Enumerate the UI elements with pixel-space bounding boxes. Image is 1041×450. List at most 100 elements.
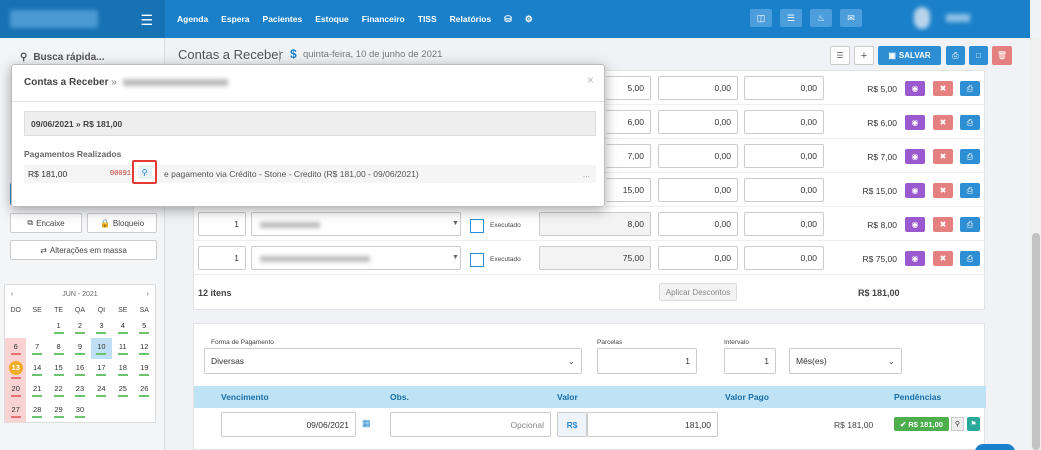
calendar-day[interactable]: 22 <box>48 380 69 401</box>
nav-financeiro[interactable]: Financeiro <box>362 14 405 24</box>
nav-espera[interactable]: Espera <box>221 14 249 24</box>
calendar-day[interactable]: 5 <box>134 317 155 338</box>
payment-record-row[interactable]: R$ 181,00 00091 e pagamento via Crédito … <box>24 165 596 183</box>
calendar-day[interactable]: 11 <box>112 338 133 359</box>
menu-icon[interactable]: ☰ <box>140 12 153 29</box>
nav-relatorios[interactable]: Relatórios <box>450 14 492 24</box>
calendar-day[interactable]: 15 <box>48 359 69 380</box>
remove-item-button[interactable]: ✖ <box>933 115 953 130</box>
zoom-button[interactable]: ⚲ <box>951 417 964 431</box>
calendar-day[interactable]: 12 <box>134 338 155 359</box>
quantity-input[interactable]: 1 <box>198 212 246 236</box>
view-payment-button[interactable]: ⚲ <box>132 160 157 184</box>
calendar-month[interactable]: JUN - 2021 <box>62 291 97 298</box>
executed-checkbox[interactable] <box>470 219 484 233</box>
calendar-day[interactable]: 28 <box>26 401 47 422</box>
remove-item-button[interactable]: ✖ <box>933 81 953 96</box>
discount-input[interactable]: 0,00 <box>658 246 738 270</box>
calendar-day[interactable]: 7 <box>26 338 47 359</box>
calendar-day[interactable]: 29 <box>48 401 69 422</box>
close-icon[interactable]: × <box>587 73 594 87</box>
page-scrollbar[interactable] <box>1030 38 1041 450</box>
alteracoes-em-massa-button[interactable]: ⇄ Alterações em massa <box>10 240 157 260</box>
discount-percent-input[interactable]: 0,00 <box>744 76 824 100</box>
gear-icon[interactable]: ⚙ <box>525 14 533 25</box>
intervalo-input[interactable]: 1 <box>724 348 776 374</box>
list-icon[interactable]: ☰ <box>780 9 802 27</box>
list-view-button[interactable]: ☰ <box>830 46 850 65</box>
calendar-day[interactable]: 17 <box>91 359 112 380</box>
calendar-day[interactable]: 21 <box>26 380 47 401</box>
chevron-left-icon[interactable]: ‹ <box>11 291 13 298</box>
remove-item-button[interactable]: ✖ <box>933 183 953 198</box>
print-item-button[interactable]: ⎙ <box>960 81 980 96</box>
chat-fab[interactable] <box>975 444 1015 450</box>
calendar-day[interactable]: 24 <box>91 380 112 401</box>
nav-agenda[interactable]: Agenda <box>177 14 208 24</box>
calendar-day[interactable]: 23 <box>69 380 90 401</box>
camera-button[interactable]: ◉ <box>905 149 925 164</box>
camera-button[interactable]: ◉ <box>905 115 925 130</box>
nav-pacientes[interactable]: Pacientes <box>263 14 303 24</box>
executed-checkbox[interactable] <box>470 253 484 267</box>
parcelas-input[interactable]: 1 <box>597 348 697 374</box>
nav-estoque[interactable]: Estoque <box>315 14 349 24</box>
chevron-right-icon[interactable]: › <box>147 291 149 298</box>
camera-button[interactable]: ◉ <box>905 251 925 266</box>
user-name-blurred[interactable] <box>946 14 970 22</box>
discount-input[interactable]: 0,00 <box>658 178 738 202</box>
discount-percent-input[interactable]: 0,00 <box>744 212 824 236</box>
calendar-day[interactable]: 1 <box>48 317 69 338</box>
calendar-day[interactable]: 26 <box>134 380 155 401</box>
add-button[interactable]: + <box>854 46 874 65</box>
tag-button[interactable]: ⚑ <box>967 417 980 431</box>
discount-percent-input[interactable]: 0,00 <box>744 246 824 270</box>
bloqueio-button[interactable]: 🔒 Bloqueio <box>87 213 157 233</box>
calendar-day[interactable]: 3 <box>91 317 112 338</box>
scrollbar-thumb[interactable] <box>1032 233 1040 450</box>
remove-item-button[interactable]: ✖ <box>933 217 953 232</box>
nav-tiss[interactable]: TISS <box>418 14 437 24</box>
discount-input[interactable]: 0,00 <box>658 212 738 236</box>
quick-search[interactable]: ⚲ Busca rápida... <box>20 52 104 63</box>
discount-percent-input[interactable]: 0,00 <box>744 144 824 168</box>
remove-item-button[interactable]: ✖ <box>933 149 953 164</box>
calendar-day[interactable]: 25 <box>112 380 133 401</box>
apply-discounts-button[interactable]: Aplicar Descontos <box>659 283 737 301</box>
print-item-button[interactable]: ⎙ <box>960 115 980 130</box>
obs-input[interactable]: Opcional <box>390 412 551 437</box>
camera-button[interactable]: ◉ <box>905 81 925 96</box>
payment-method-select[interactable]: Diversas ⌄ <box>204 348 582 374</box>
print-button[interactable]: ⎙ <box>946 46 965 65</box>
encaixe-button[interactable]: ⧉ Encaixe <box>10 213 82 233</box>
print-item-button[interactable]: ⎙ <box>960 149 980 164</box>
calendar-icon[interactable]: ▦ <box>362 418 371 429</box>
calendar-day[interactable]: 14 <box>26 359 47 380</box>
bell-icon[interactable]: ♨ <box>810 9 832 27</box>
discount-percent-input[interactable]: 0,00 <box>744 110 824 134</box>
quantity-input[interactable]: 1 <box>198 246 246 270</box>
discount-percent-input[interactable]: 0,00 <box>744 178 824 202</box>
discount-input[interactable]: 0,00 <box>658 110 738 134</box>
period-select[interactable]: Mês(es) ⌄ <box>789 348 902 374</box>
more-dots[interactable]: ... <box>583 169 590 179</box>
calendar-day[interactable]: 16 <box>69 359 90 380</box>
calendar-day[interactable]: 13 <box>5 359 27 380</box>
app-logo[interactable] <box>10 10 98 28</box>
discount-input[interactable]: 0,00 <box>658 144 738 168</box>
inbox-icon[interactable]: ◫ <box>750 9 772 27</box>
calendar-day[interactable]: 19 <box>134 359 155 380</box>
calendar-day[interactable]: 27 <box>5 401 27 422</box>
calendar-day[interactable]: 10 <box>90 338 113 359</box>
calendar-day[interactable]: 20 <box>5 380 27 401</box>
print-item-button[interactable]: ⎙ <box>960 217 980 232</box>
delete-button[interactable]: 🗑 <box>992 46 1012 65</box>
document-button[interactable]: □ <box>969 46 988 65</box>
remove-item-button[interactable]: ✖ <box>933 251 953 266</box>
print-item-button[interactable]: ⎙ <box>960 251 980 266</box>
chat-icon[interactable]: ✉ <box>840 9 862 27</box>
camera-button[interactable]: ◉ <box>905 183 925 198</box>
calendar-day[interactable]: 30 <box>69 401 90 422</box>
print-item-button[interactable]: ⎙ <box>960 183 980 198</box>
database-icon[interactable]: ⛁ <box>504 14 512 25</box>
